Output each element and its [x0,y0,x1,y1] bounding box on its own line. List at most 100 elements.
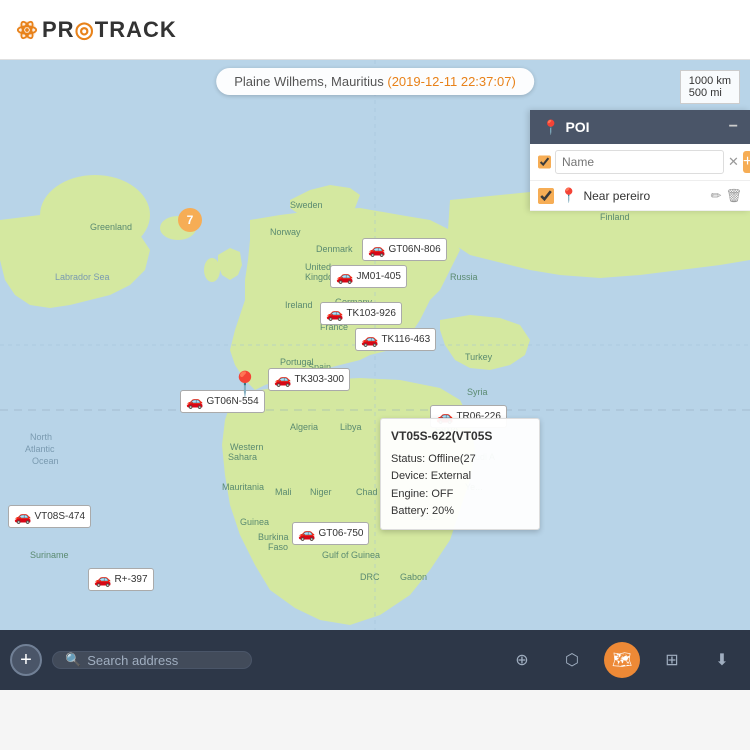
marker-label: GT06-750 [318,528,363,539]
search-bar-text: Search address [87,653,178,668]
logo-icon [16,19,38,41]
marker-tk303-300[interactable]: 🚗 TK303-300 [268,368,350,391]
marker-label: TK103-926 [346,308,395,319]
svg-text:DRC: DRC [360,572,380,582]
download-toolbar-button[interactable]: ⬇ [704,642,740,678]
svg-text:Mauritania: Mauritania [222,482,264,492]
poi-header: 📍 POI − [530,110,750,144]
marker-tk103-926[interactable]: 🚗 TK103-926 [320,302,402,325]
grid-icon: ⊞ [665,650,678,670]
main-area: Labrador Sea North Atlantic Ocean Greenl… [0,60,750,690]
cluster-label: 7 [187,213,194,227]
toolbar-icons: ⊕ ⬡ 🗺 ⊞ ⬇ [504,642,740,678]
svg-text:Gabon: Gabon [400,572,427,582]
poi-header-left: 📍 POI [542,119,590,136]
svg-text:Russia: Russia [450,272,478,282]
download-icon: ⬇ [715,650,728,670]
poi-pin-icon: 📍 [542,119,559,136]
vehicle-popup-name: VT05S-622(VT05S [391,427,529,446]
map-icon: 🗺 [612,650,632,670]
svg-text:Gulf of Guinea: Gulf of Guinea [322,550,380,560]
location-datetime: (2019-12-11 22:37:07) [387,74,515,89]
poi-item-actions: ✏ 🗑 [711,188,742,204]
poi-add-button[interactable]: + [743,151,750,173]
location-icon: ⊕ [515,650,528,670]
svg-text:Ocean: Ocean [32,456,59,466]
svg-text:Sahara: Sahara [228,452,257,462]
poi-minimize-button[interactable]: − [729,118,738,136]
poi-panel: 📍 POI − ✕ + 📍 Near pereiro ✏ 🗑 [530,110,750,211]
map-toolbar-button[interactable]: 🗺 [604,642,640,678]
location-place: Plaine Wilhems, Mauritius [234,74,384,89]
map-background[interactable]: Labrador Sea North Atlantic Ocean Greenl… [0,60,750,630]
search-icon: 🔍 [65,652,81,668]
location-bar: Plaine Wilhems, Mauritius (2019-12-11 22… [216,68,534,95]
svg-text:United: United [305,262,331,272]
poi-item-name: Near pereiro [583,189,704,203]
svg-text:Western: Western [230,442,263,452]
logo-text: PR◎TRACK [42,17,177,43]
vehicle-info-popup: VT05S-622(VT05S Status: Offline(27 Devic… [380,418,540,530]
marker-tk116-463[interactable]: 🚗 TK116-463 [355,328,436,351]
add-icon: + [20,649,32,672]
svg-text:Suriname: Suriname [30,550,69,560]
marker-label: VT08S-474 [34,511,85,522]
svg-text:Burkina: Burkina [258,532,289,542]
svg-text:Niger: Niger [310,487,332,497]
vehicle-popup-status: Status: Offline(27 [391,451,529,469]
svg-text:Atlantic: Atlantic [25,444,55,454]
scale-indicator: 1000 km 500 mi [680,70,740,104]
poi-search-checkbox[interactable] [538,154,551,170]
poi-item-pin-icon: 📍 [560,187,577,204]
logo: PR◎TRACK [16,17,177,43]
svg-text:Faso: Faso [268,542,288,552]
vehicle-popup-device: Device: External [391,468,529,486]
red-pin-marker[interactable]: 📍 [230,370,260,399]
svg-text:Greenland: Greenland [90,222,132,232]
marker-r397[interactable]: 🚗 R+-397 [88,568,154,591]
poi-search-input[interactable] [555,150,724,174]
marker-label: TK116-463 [381,334,430,345]
poi-title: POI [565,119,589,135]
marker-jm01-405[interactable]: 🚗 JM01-405 [330,265,407,288]
marker-gt06n-806[interactable]: 🚗 GT06N-806 [362,238,447,261]
svg-text:Finland: Finland [600,212,630,222]
poi-clear-button[interactable]: ✕ [728,154,739,170]
marker-label: TK303-300 [294,374,343,385]
svg-text:Norway: Norway [270,227,301,237]
cluster-icon: ⬡ [565,650,579,670]
poi-delete-button[interactable]: 🗑 [725,188,742,204]
bottom-toolbar: + 🔍 Search address ⊕ ⬡ 🗺 ⊞ ⬇ [0,630,750,690]
vehicle-popup-battery: Battery: 20% [391,503,529,521]
marker-gt06-750[interactable]: 🚗 GT06-750 [292,522,369,545]
marker-vt08s-474[interactable]: 🚗 VT08S-474 [8,505,91,528]
svg-text:Chad: Chad [356,487,378,497]
cluster-badge[interactable]: 7 [178,208,202,232]
scale-mi: 500 mi [689,87,731,99]
svg-text:Syria: Syria [467,387,488,397]
svg-text:Sweden: Sweden [290,200,323,210]
scale-km: 1000 km [689,75,731,87]
svg-text:Guinea: Guinea [240,517,269,527]
svg-text:Turkey: Turkey [465,352,493,362]
search-bar[interactable]: 🔍 Search address [52,651,252,669]
poi-item-checkbox[interactable] [538,188,554,204]
marker-label: JM01-405 [356,271,400,282]
svg-text:Ireland: Ireland [285,300,313,310]
cluster-toolbar-button[interactable]: ⬡ [554,642,590,678]
grid-toolbar-button[interactable]: ⊞ [654,642,690,678]
logo-text-right: TRACK [95,17,177,42]
poi-search-row: ✕ + [530,144,750,181]
svg-text:Algeria: Algeria [290,422,318,432]
add-button[interactable]: + [10,644,42,676]
poi-item-row: 📍 Near pereiro ✏ 🗑 [530,181,750,211]
poi-edit-button[interactable]: ✏ [711,188,722,204]
vehicle-popup-engine: Engine: OFF [391,486,529,504]
marker-label: GT06N-806 [388,244,440,255]
svg-text:Mali: Mali [275,487,292,497]
logo-text-left: PR [42,17,75,42]
svg-text:North: North [30,432,52,442]
svg-text:Libya: Libya [340,422,362,432]
location-toolbar-button[interactable]: ⊕ [504,642,540,678]
svg-text:Labrador Sea: Labrador Sea [55,272,110,282]
